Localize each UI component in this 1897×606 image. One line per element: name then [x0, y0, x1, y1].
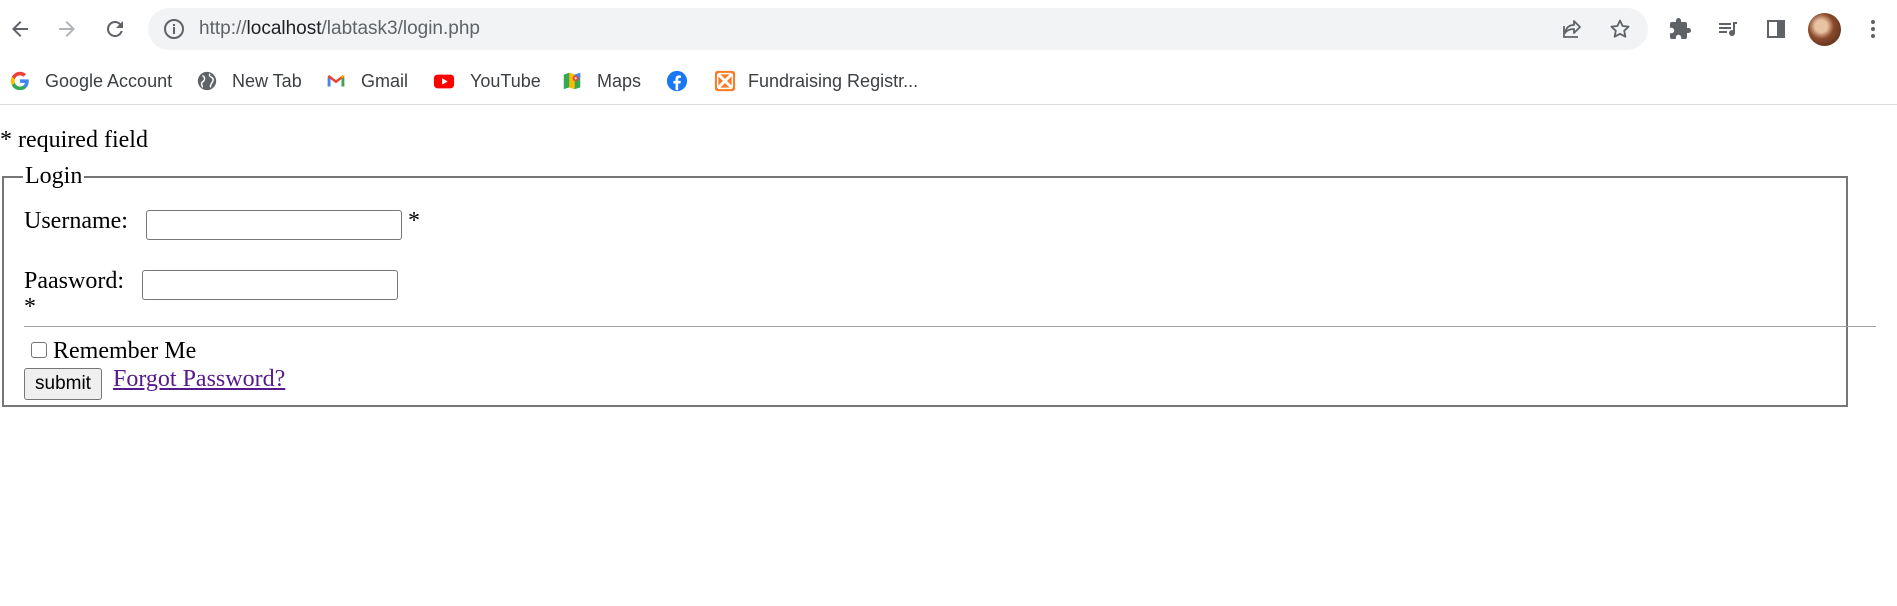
- site-info-icon[interactable]: [162, 17, 186, 41]
- remember-me-checkbox[interactable]: [31, 342, 47, 358]
- xampp-icon: [714, 70, 736, 92]
- bookmark-maps[interactable]: Maps: [561, 58, 641, 104]
- profile-avatar[interactable]: [1808, 13, 1841, 46]
- google-icon: [9, 70, 31, 92]
- bookmark-label: YouTube: [470, 70, 541, 91]
- username-label: Username:: [24, 208, 128, 234]
- maps-icon: [561, 70, 583, 92]
- address-bar[interactable]: http://localhost/labtask3/login.php: [148, 8, 1648, 50]
- bookmark-facebook[interactable]: [666, 58, 688, 104]
- url-host: localhost: [246, 18, 322, 39]
- bookmark-google-account[interactable]: Google Account: [9, 58, 172, 104]
- password-input[interactable]: [142, 270, 398, 300]
- browser-toolbar: http://localhost/labtask3/login.php: [0, 0, 1897, 58]
- bookmark-label: Google Account: [45, 70, 173, 91]
- globe-icon: [196, 70, 218, 92]
- extensions-button[interactable]: [1660, 9, 1700, 49]
- puzzle-icon: [1670, 18, 1691, 39]
- login-legend: Login: [25, 163, 83, 189]
- forward-button[interactable]: [47, 9, 87, 49]
- bookmark-new-tab[interactable]: New Tab: [196, 58, 302, 104]
- bookmark-label: New Tab: [232, 70, 302, 91]
- bookmark-star-icon[interactable]: [1608, 17, 1632, 41]
- forward-arrow-icon: [59, 21, 75, 37]
- bookmark-gmail[interactable]: Gmail: [325, 58, 408, 104]
- username-required-marker: *: [408, 208, 420, 234]
- url-scheme: http://: [199, 18, 247, 39]
- form-divider: [24, 326, 1876, 327]
- reload-icon: [106, 20, 123, 37]
- bookmark-youtube[interactable]: YouTube: [432, 58, 541, 104]
- share-icon[interactable]: [1560, 17, 1584, 41]
- side-panel-icon: [1767, 20, 1785, 38]
- password-label: Paasword:: [24, 268, 124, 294]
- required-field-note: * required field: [0, 127, 148, 153]
- bookmark-label: Gmail: [361, 70, 409, 91]
- youtube-icon: [432, 70, 456, 92]
- bookmark-fundraising[interactable]: Fundraising Registr...: [714, 58, 918, 104]
- remember-me-label[interactable]: Remember Me: [53, 338, 196, 365]
- back-arrow-icon: [12, 21, 28, 37]
- bookmark-label: Maps: [597, 70, 642, 91]
- username-input[interactable]: [146, 210, 402, 240]
- media-button[interactable]: [1708, 9, 1748, 49]
- facebook-icon: [666, 70, 688, 92]
- url-path: /labtask3/login.php: [321, 18, 480, 39]
- bookmarks-bar: Google Account New Tab Gmail YouTube Map…: [0, 58, 1897, 105]
- more-vert-icon: [1871, 20, 1875, 38]
- back-button[interactable]: [0, 9, 40, 49]
- url-text[interactable]: http://localhost/labtask3/login.php: [199, 8, 480, 50]
- queue-music-icon: [1719, 22, 1737, 37]
- password-required-marker: *: [24, 294, 36, 320]
- bookmark-label: Fundraising Registr...: [748, 70, 919, 91]
- side-panel-button[interactable]: [1756, 9, 1796, 49]
- submit-button[interactable]: submit: [24, 368, 102, 400]
- reload-button[interactable]: [95, 9, 135, 49]
- gmail-icon: [325, 70, 347, 92]
- menu-button[interactable]: [1853, 9, 1893, 49]
- login-fieldset: Login Username: * Paasword: * Remember M…: [2, 163, 1876, 407]
- forgot-password-link[interactable]: Forgot Password?: [113, 366, 285, 393]
